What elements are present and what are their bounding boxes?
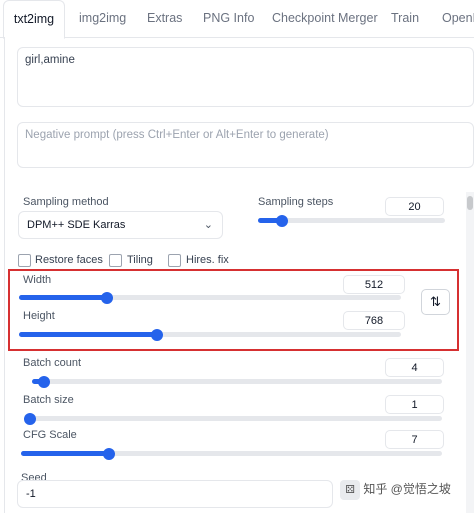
sampling-steps-label: Sampling steps <box>258 196 334 208</box>
tab-bar: txt2img img2img Extras PNG Info Checkpoi… <box>0 0 474 39</box>
batch-count-label: Batch count <box>23 357 82 369</box>
seed-value: -1 <box>26 488 36 500</box>
sampling-steps-slider[interactable] <box>258 214 445 227</box>
prompt-text: girl,amine <box>25 54 75 66</box>
tab-extras[interactable]: Extras <box>147 0 182 36</box>
batch-size-slider[interactable] <box>24 412 442 425</box>
sampling-method-value: DPM++ SDE Karras <box>27 219 126 231</box>
prompt-textarea[interactable]: girl,amine <box>17 47 474 107</box>
cfg-scale-label: CFG Scale <box>23 429 77 441</box>
batch-count-handle[interactable] <box>38 375 51 388</box>
dice-icon[interactable]: ⚄ <box>340 480 360 500</box>
cfg-scale-slider[interactable] <box>21 447 442 460</box>
negative-prompt-placeholder: Negative prompt (press Ctrl+Enter or Alt… <box>25 129 329 141</box>
tab-train[interactable]: Train <box>391 0 419 36</box>
seed-input[interactable]: -1 <box>17 480 333 508</box>
batch-size-label: Batch size <box>23 394 74 406</box>
tab-txt2img[interactable]: txt2img <box>3 0 65 39</box>
cfg-scale-handle[interactable] <box>103 447 116 460</box>
hires-fix-checkbox[interactable] <box>168 254 181 267</box>
cfg-scale-fill <box>21 451 110 456</box>
sampling-steps-input[interactable]: 20 <box>385 197 444 216</box>
highlight-box <box>8 269 459 351</box>
restore-faces-checkbox[interactable] <box>18 254 31 267</box>
tab-openpose[interactable]: OpenP <box>442 0 474 36</box>
tiling-label: Tiling <box>127 254 153 266</box>
scrollbar[interactable] <box>466 192 474 513</box>
negative-prompt-textarea[interactable]: Negative prompt (press Ctrl+Enter or Alt… <box>17 122 474 168</box>
restore-faces-label: Restore faces <box>35 254 103 266</box>
tab-checkpoint-merger[interactable]: Checkpoint Merger <box>272 0 378 36</box>
batch-size-handle[interactable] <box>24 412 36 425</box>
tab-png-info[interactable]: PNG Info <box>203 0 254 36</box>
watermark-text: 知乎 @觉悟之坡 <box>363 482 451 497</box>
sampling-steps-handle[interactable] <box>276 214 289 227</box>
chevron-down-icon: ⌄ <box>203 219 213 231</box>
scrollbar-thumb[interactable] <box>467 196 473 210</box>
cfg-scale-input[interactable]: 7 <box>385 430 444 449</box>
batch-count-slider[interactable] <box>32 375 442 388</box>
tab-img2img[interactable]: img2img <box>79 0 126 36</box>
hires-fix-label: Hires. fix <box>186 254 229 266</box>
tiling-checkbox[interactable] <box>109 254 122 267</box>
sampling-method-select[interactable]: DPM++ SDE Karras ⌄ <box>18 211 223 239</box>
batch-count-input[interactable]: 4 <box>385 358 444 377</box>
watermark: ⚄ 知乎 @觉悟之坡 <box>340 480 474 510</box>
sampling-method-label: Sampling method <box>23 196 109 208</box>
batch-size-input[interactable]: 1 <box>385 395 444 414</box>
